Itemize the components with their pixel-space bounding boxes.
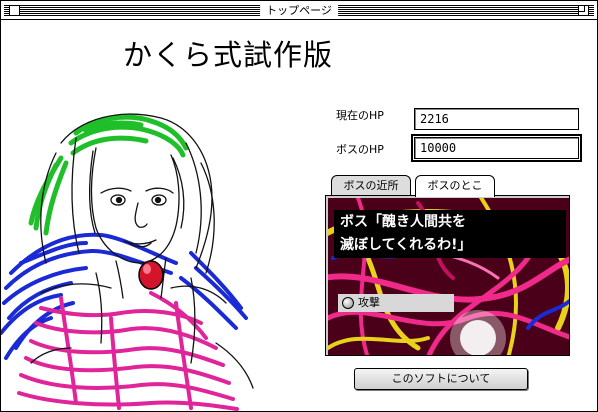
boss-hp-field[interactable]: 10000 <box>411 134 582 162</box>
boss-scene: ボス「醜き人間共を 滅ぼしてくれるわ!」 攻撃 <box>328 198 569 355</box>
current-hp-field[interactable]: 2216 <box>414 108 579 130</box>
current-hp-label: 現在のHP <box>336 109 384 122</box>
app-window: トップページ かくら式試作版 現在のHP 2216 ボスのHP 10000 ボス… <box>0 0 598 412</box>
radio-icon[interactable] <box>342 297 354 309</box>
boss-speech: ボス「醜き人間共を 滅ぼしてくれるわ!」 <box>334 210 566 258</box>
tab-boss-neighborhood[interactable]: ボスの近所 <box>331 175 411 196</box>
boss-speech-line-1: ボス「醜き人間共を <box>340 214 466 230</box>
attack-radio[interactable]: 攻撃 <box>338 294 454 312</box>
tab-boss-place[interactable]: ボスのとこ <box>415 175 495 197</box>
attack-label: 攻撃 <box>358 296 380 309</box>
boss-hp-label: ボスのHP <box>336 143 384 156</box>
boss-speech-line-2: 滅ぼしてくれるわ!」 <box>340 237 472 253</box>
close-box-icon[interactable] <box>9 5 20 16</box>
about-software-button[interactable]: このソフトについて <box>354 368 528 390</box>
title-bar[interactable]: トップページ <box>1 1 597 20</box>
window-title: トップページ <box>260 3 338 18</box>
character-portrait <box>1 113 254 411</box>
tab-panel: ボス「醜き人間共を 滅ぼしてくれるわ!」 攻撃 <box>325 195 570 356</box>
zoom-box-icon[interactable] <box>578 5 589 16</box>
app-title: かくら式試作版 <box>123 38 334 72</box>
